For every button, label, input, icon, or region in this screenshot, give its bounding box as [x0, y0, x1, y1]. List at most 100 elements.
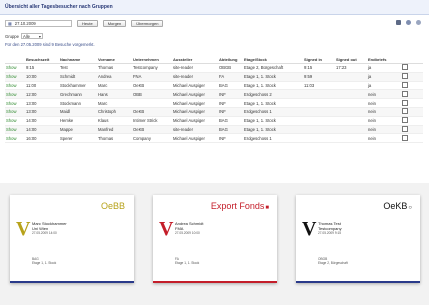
checkbox-icon[interactable] — [402, 81, 408, 88]
column-header[interactable]: Etage/Stock — [243, 55, 303, 64]
table-cell: Stockmann — [59, 98, 97, 108]
table-cell: INF — [218, 98, 243, 108]
badge-accent-bar — [296, 281, 420, 283]
checkbox-icon[interactable] — [402, 108, 408, 115]
group-filter: Gruppe Alle ▾ — [5, 33, 43, 39]
table-cell — [303, 116, 335, 126]
today-button[interactable]: Heute — [77, 20, 98, 27]
table-cell: Maidl — [59, 107, 97, 117]
show-link[interactable]: Show — [5, 125, 25, 135]
visitor-badge[interactable]: OeKB○ V Thomas Test Testcompany 27.05.2009 9… — [296, 195, 420, 283]
table-cell: Hemke — [59, 116, 97, 126]
tomorrow-button[interactable]: Morgen — [102, 20, 127, 27]
group-select[interactable]: Alle ▾ — [20, 33, 43, 39]
table-cell: Etage 1, 1. Stock — [243, 72, 303, 82]
table-row[interactable]: Show 13:00 Stockmann Marc Michael Auspiger IN… — [5, 98, 423, 108]
show-link[interactable]: Show — [5, 98, 25, 108]
table-cell — [335, 116, 367, 126]
table-cell: ja — [367, 81, 401, 91]
show-link[interactable]: Show — [5, 89, 25, 100]
table-row[interactable]: Show 11:00 Stockhammer Marc OeKB Michael Ausp… — [5, 81, 423, 91]
table-cell — [335, 125, 367, 135]
show-link[interactable]: Show — [5, 63, 25, 73]
row-checkbox[interactable] — [401, 116, 423, 126]
visitor-badge[interactable]: OeBB V Marc Stockhammer Uni Wien 27.05.2009 … — [10, 195, 134, 283]
settings-icon[interactable] — [416, 20, 421, 25]
row-checkbox[interactable] — [401, 98, 423, 108]
table-cell: 9:59 — [303, 72, 335, 82]
row-checkbox[interactable] — [401, 125, 423, 135]
column-header[interactable]: Aussteller — [172, 55, 218, 64]
table-cell: BAG — [218, 81, 243, 91]
checkbox-icon[interactable] — [402, 90, 408, 97]
badge-accent-bar — [10, 281, 134, 283]
column-header[interactable]: Signed in — [303, 55, 335, 64]
badge-meta: BAG Etage 1, 1. Stock — [32, 257, 56, 265]
checkbox-icon[interactable] — [402, 99, 408, 106]
show-link[interactable]: Show — [5, 81, 25, 91]
badge-meta-floor: Etage 1, 1. Stock — [32, 261, 57, 266]
table-header: Besuchszeit Nachname Vorname Unternehmen… — [5, 55, 423, 64]
day-after-tomorrow-button[interactable]: Übermorgen — [131, 20, 164, 27]
window-title: Übersicht aller Tagesbesucher nach Grupp… — [5, 4, 113, 10]
checkbox-icon[interactable] — [402, 117, 408, 124]
visitor-badge[interactable]: Export Fonds■ V Andrea Schmidt FMA 27.05.200… — [153, 195, 277, 283]
row-checkbox[interactable] — [401, 72, 423, 82]
date-picker[interactable]: ▦ 27.10.2009 — [5, 20, 72, 27]
table-row[interactable]: Show 14:00 Hemke Klaus Intimer Strick Michael… — [5, 116, 423, 126]
table-row[interactable]: Show 16:00 Sperer Thomas Company Michael Ausp… — [5, 133, 423, 144]
row-checkbox[interactable] — [401, 133, 423, 144]
table-row[interactable]: Show 10:00 Schmidt Andrea FNA site-reader FA Et… — [5, 72, 423, 82]
column-header[interactable]: Vorname — [97, 55, 132, 64]
visitor-table: Besuchszeit Nachname Vorname Unternehmen… — [5, 55, 423, 144]
checkbox-icon[interactable] — [402, 134, 408, 141]
badge-meta: OBGB Etage 2, Bürgeschaft — [318, 257, 348, 265]
table-cell — [303, 98, 335, 108]
print-icon[interactable] — [396, 20, 401, 25]
row-checkbox[interactable] — [401, 107, 423, 117]
table-cell: Klaus — [97, 116, 132, 126]
table-cell: Etage 1, 1. Stock — [243, 98, 303, 108]
table-cell: 12:00 — [25, 89, 59, 100]
show-link[interactable]: Show — [5, 107, 25, 117]
show-link[interactable]: Show — [5, 116, 25, 126]
table-cell: INF — [218, 133, 243, 144]
row-checkbox[interactable] — [401, 81, 423, 91]
column-header[interactable]: Abteilung — [218, 55, 243, 64]
window-title-bar: Übersicht aller Tagesbesucher nach Grupp… — [0, 0, 429, 15]
checkbox-icon[interactable] — [402, 73, 408, 80]
checkbox-icon[interactable] — [402, 125, 408, 132]
table-cell — [303, 133, 335, 144]
table-cell: OBGB — [218, 63, 243, 73]
refresh-icon[interactable] — [406, 20, 411, 25]
column-header[interactable]: Endbriefs — [367, 55, 401, 64]
table-cell: Christoph — [97, 107, 132, 117]
table-cell: nein — [367, 89, 401, 100]
table-row[interactable]: Show 12:00 Grechmann Hans OBB Michael Auspige… — [5, 89, 423, 100]
table-cell: Mappe — [59, 125, 97, 135]
column-header[interactable]: Unternehmen — [132, 55, 172, 64]
table-cell — [132, 98, 172, 108]
table-cell: Testcompany — [132, 63, 172, 73]
column-header[interactable]: Besuchszeit — [25, 55, 59, 64]
table-cell: Erdgeschoss 1 — [243, 133, 303, 144]
table-cell: site-reader — [172, 63, 218, 73]
visitor-overview-page: Übersicht aller Tagesbesucher nach Grupp… — [0, 0, 429, 305]
table-cell: INF — [218, 107, 243, 117]
table-cell: Erdgeschoss 2 — [243, 89, 303, 100]
table-cell: Michael Auspiger — [172, 133, 218, 144]
table-row[interactable]: Show 14:00 Mappe Manfred OeKB site-reader BAG E… — [5, 125, 423, 135]
show-link[interactable]: Show — [5, 133, 25, 144]
column-header[interactable]: Signed out — [335, 55, 367, 64]
table-cell: Etage 2, Bürgeschaft — [243, 63, 303, 73]
table-row[interactable]: Show 13:00 Maidl Christoph OeKB Michael Auspi… — [5, 107, 423, 117]
column-header[interactable]: Nachname — [59, 55, 97, 64]
row-checkbox[interactable] — [401, 89, 423, 100]
badge-info: Thomas Test Testcompany 27.05.2009 9:15 — [318, 221, 342, 236]
badge-info: Marc Stockhammer Uni Wien 27.05.2009 14:00 — [32, 221, 67, 236]
table-row[interactable]: Show 9:15 Test Thomas Testcompany site-reader… — [5, 63, 423, 73]
checkbox-icon[interactable] — [402, 64, 408, 71]
badge-letter: V — [16, 218, 31, 240]
row-checkbox[interactable] — [401, 63, 423, 73]
show-link[interactable]: Show — [5, 72, 25, 82]
